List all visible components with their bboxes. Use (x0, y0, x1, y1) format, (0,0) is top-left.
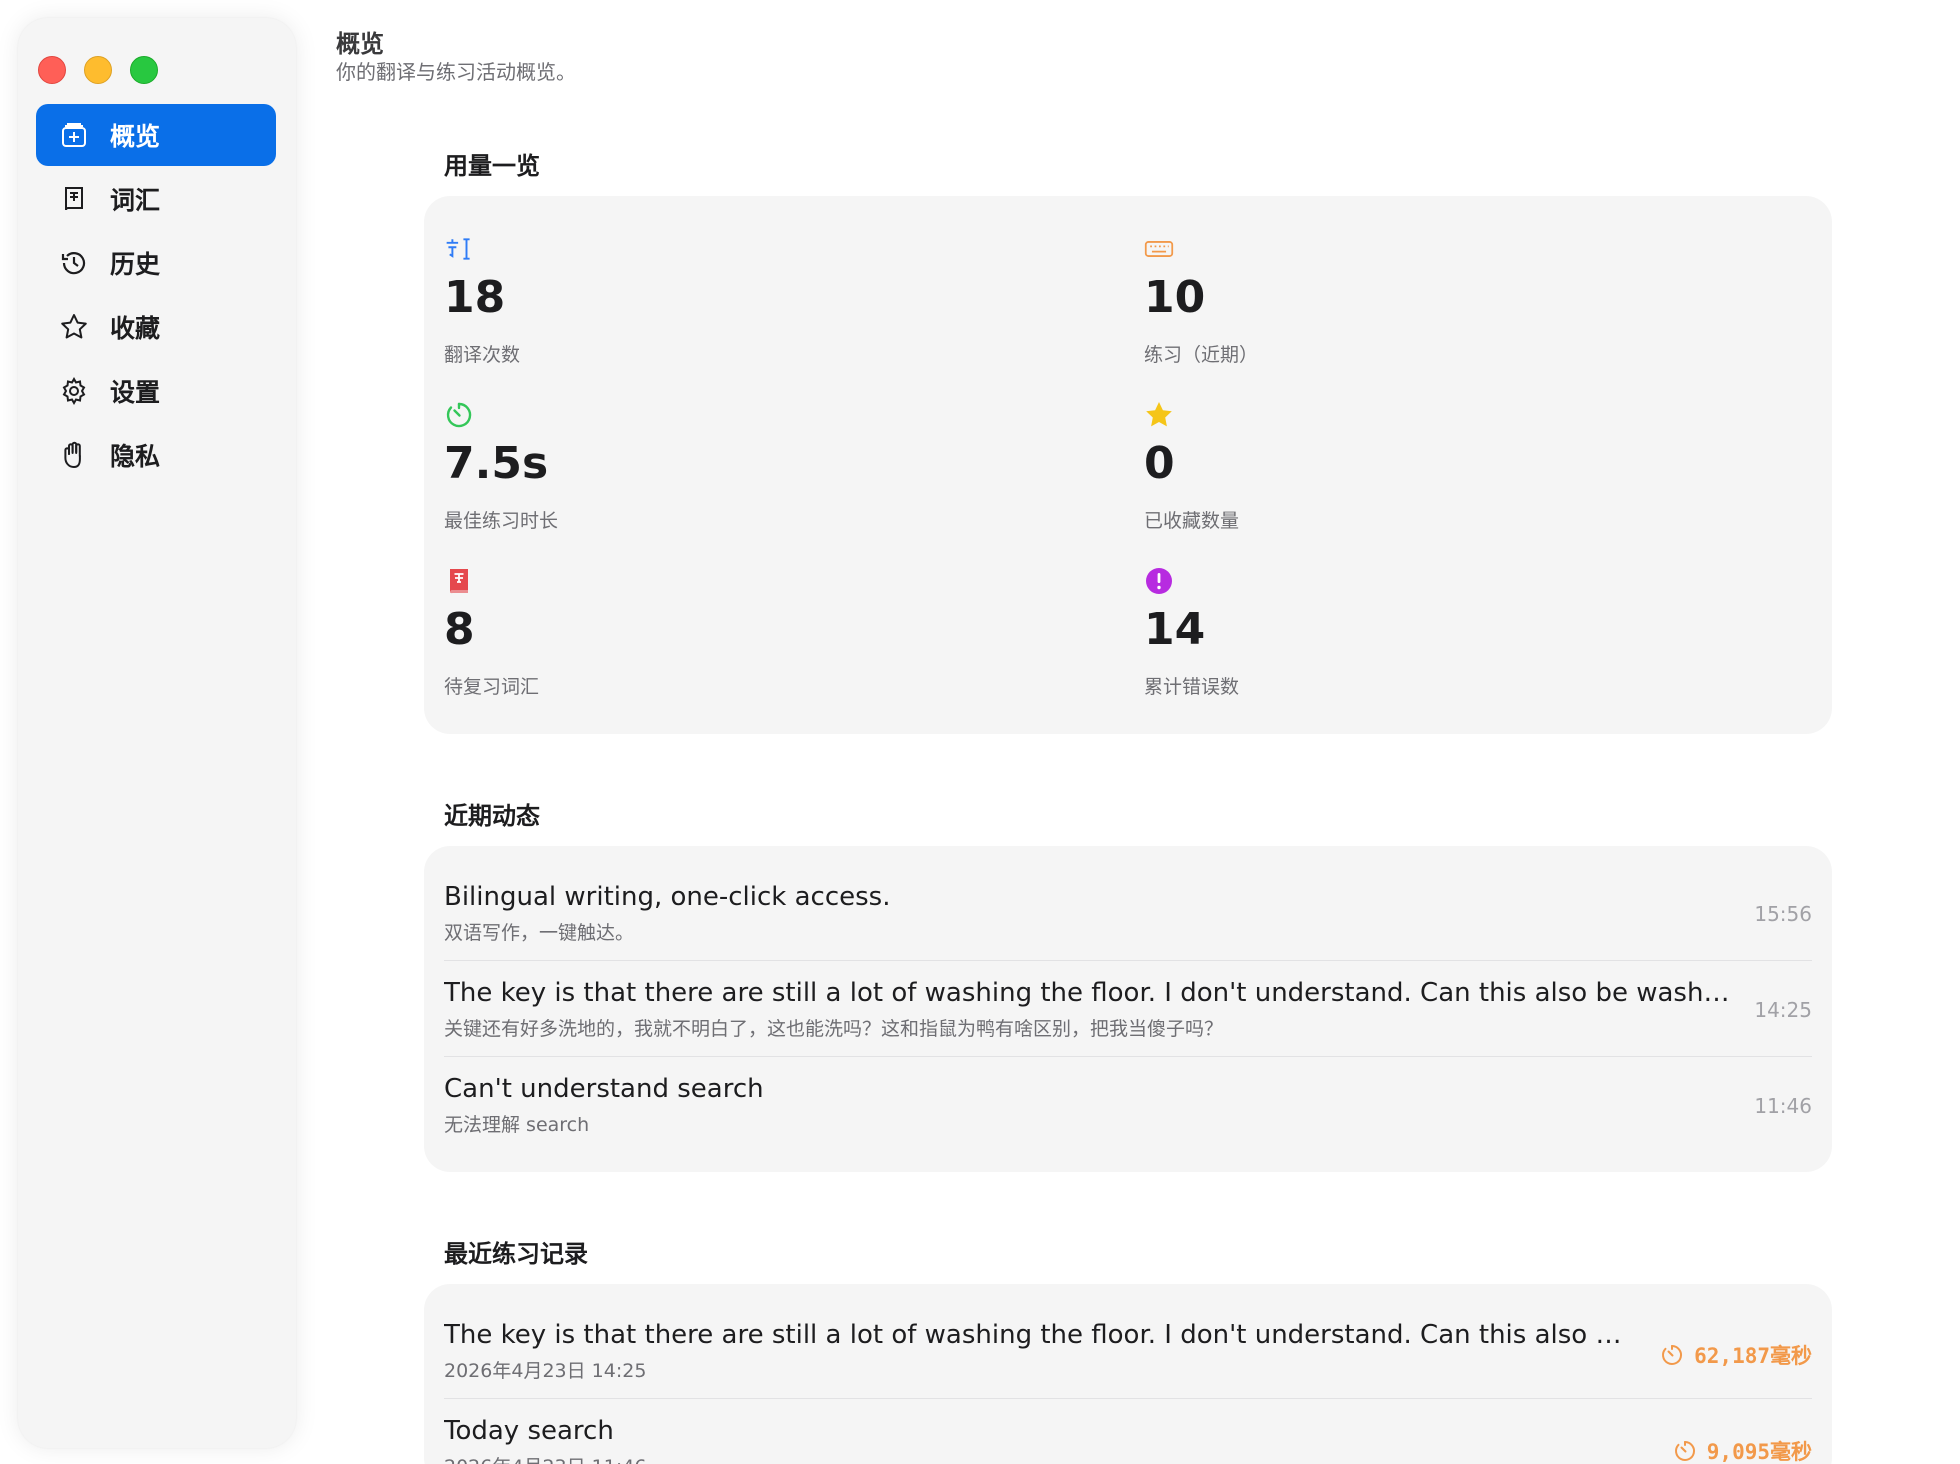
history-clock-icon (58, 247, 90, 279)
timer-icon (1674, 1441, 1695, 1461)
stat-best-duration: 7.5s 最佳练习时长 (444, 398, 558, 533)
source-text: Can't understand search (444, 1074, 764, 1104)
duration-badge: 9,095毫秒 (1673, 1436, 1812, 1464)
sidebar-item-label: 词汇 (110, 186, 161, 215)
stat-favorites-count: 0 已收藏数量 (1144, 398, 1239, 533)
gear-icon (58, 375, 90, 407)
list-item[interactable]: Bilingual writing, one-click access. 双语写… (444, 882, 1812, 945)
window-minimize-button[interactable] (84, 56, 112, 84)
sidebar-item-vocabulary[interactable]: 词汇 (36, 168, 276, 230)
window-zoom-button[interactable] (130, 56, 158, 84)
list-item[interactable]: Today search 2026年4月23日 11:46 9,095毫秒 (444, 1416, 1812, 1464)
star-filled-icon (1144, 398, 1239, 432)
list-item[interactable]: The key is that there are still a lot of… (444, 1320, 1812, 1383)
sidebar-item-label: 隐私 (110, 442, 161, 471)
duration-value: 62,187毫秒 (1694, 1344, 1812, 1368)
window-controls (38, 56, 158, 84)
usage-card: 18 翻译次数 10 练习（近期） 7.5s 最佳练习时长 0 已收藏数量 8 … (424, 196, 1832, 734)
stat-value: 7.5s (444, 438, 549, 489)
timestamp: 11:46 (1754, 1094, 1812, 1118)
window-close-button[interactable] (38, 56, 66, 84)
stat-value: 18 (444, 272, 506, 323)
stat-label: 最佳练习时长 (444, 510, 559, 532)
divider (444, 1398, 1812, 1399)
translation-text: 无法理解 search (444, 1114, 590, 1136)
practice-date: 2026年4月23日 14:25 (444, 1360, 647, 1382)
sidebar: 概览 词汇 历史 收藏 设置 隐私 (18, 18, 296, 1448)
sidebar-item-label: 收藏 (110, 314, 161, 343)
keyboard-icon (1144, 232, 1258, 266)
sidebar-item-settings[interactable]: 设置 (36, 360, 276, 422)
stat-label: 翻译次数 (444, 344, 521, 366)
page-subtitle: 你的翻译与练习活动概览。 (336, 60, 576, 84)
stat-value: 8 (444, 604, 475, 655)
exclamation-icon (1144, 564, 1239, 598)
app-window: 概览 词汇 历史 收藏 设置 隐私 概览 你的翻译与练习活动概览。 用量一览 1… (0, 0, 1960, 1464)
timestamp: 14:25 (1754, 998, 1812, 1022)
sidebar-item-favorites[interactable]: 收藏 (36, 296, 276, 358)
divider (444, 960, 1812, 961)
stat-value: 10 (1144, 272, 1206, 323)
practice-section-title: 最近练习记录 (444, 1240, 588, 1268)
source-text: The key is that there are still a lot of… (444, 978, 1744, 1008)
list-item[interactable]: Can't understand search 无法理解 search 11:4… (444, 1074, 1812, 1137)
recent-section-title: 近期动态 (444, 802, 540, 830)
star-icon (58, 311, 90, 343)
recent-activity-card: Bilingual writing, one-click access. 双语写… (424, 846, 1832, 1172)
translate-icon (444, 232, 520, 266)
page-title: 概览 (336, 30, 384, 58)
practice-date: 2026年4月23日 11:46 (444, 1452, 1624, 1464)
sidebar-item-history[interactable]: 历史 (36, 232, 276, 294)
stat-label: 累计错误数 (1144, 676, 1240, 698)
stat-total-errors: 14 累计错误数 (1144, 564, 1239, 699)
translation-text: 双语写作，一键触达。 (444, 922, 635, 944)
overview-icon (58, 119, 90, 151)
practice-records-card: The key is that there are still a lot of… (424, 1284, 1832, 1464)
stat-label: 已收藏数量 (1144, 510, 1240, 532)
stat-practice-recent: 10 练习（近期） (1144, 232, 1258, 367)
timer-icon (444, 398, 558, 432)
timestamp: 15:56 (1754, 902, 1812, 926)
duration-value: 9,095毫秒 (1706, 1440, 1812, 1464)
translation-text: 关键还有好多洗地的，我就不明白了，这也能洗吗？这和指鼠为鸭有啥区别，把我当傻子吗… (444, 1018, 1224, 1040)
source-text: Bilingual writing, one-click access. (444, 882, 891, 912)
sidebar-nav: 概览 词汇 历史 收藏 设置 隐私 (36, 104, 276, 488)
sidebar-item-label: 设置 (110, 378, 161, 407)
sidebar-item-overview[interactable]: 概览 (36, 104, 276, 166)
vocabulary-book-icon (58, 183, 90, 215)
stat-value: 0 (1144, 438, 1175, 489)
stat-label: 练习（近期） (1144, 344, 1259, 366)
stat-value: 14 (1144, 604, 1206, 655)
vocab-book-icon (444, 564, 539, 598)
hand-icon (58, 439, 90, 471)
practice-text: Today search (444, 1416, 614, 1446)
divider (444, 1056, 1812, 1057)
sidebar-item-label: 概览 (110, 122, 161, 151)
sidebar-item-privacy[interactable]: 隐私 (36, 424, 276, 486)
stat-review-vocab: 8 待复习词汇 (444, 564, 539, 699)
sidebar-item-label: 历史 (110, 250, 161, 279)
stat-translations: 18 翻译次数 (444, 232, 520, 367)
list-item[interactable]: The key is that there are still a lot of… (444, 978, 1812, 1041)
stat-label: 待复习词汇 (444, 676, 540, 698)
usage-section-title: 用量一览 (444, 152, 540, 180)
timer-icon (1662, 1345, 1683, 1365)
duration-badge: 62,187毫秒 (1660, 1340, 1812, 1370)
practice-text: The key is that there are still a lot of… (444, 1320, 1624, 1350)
